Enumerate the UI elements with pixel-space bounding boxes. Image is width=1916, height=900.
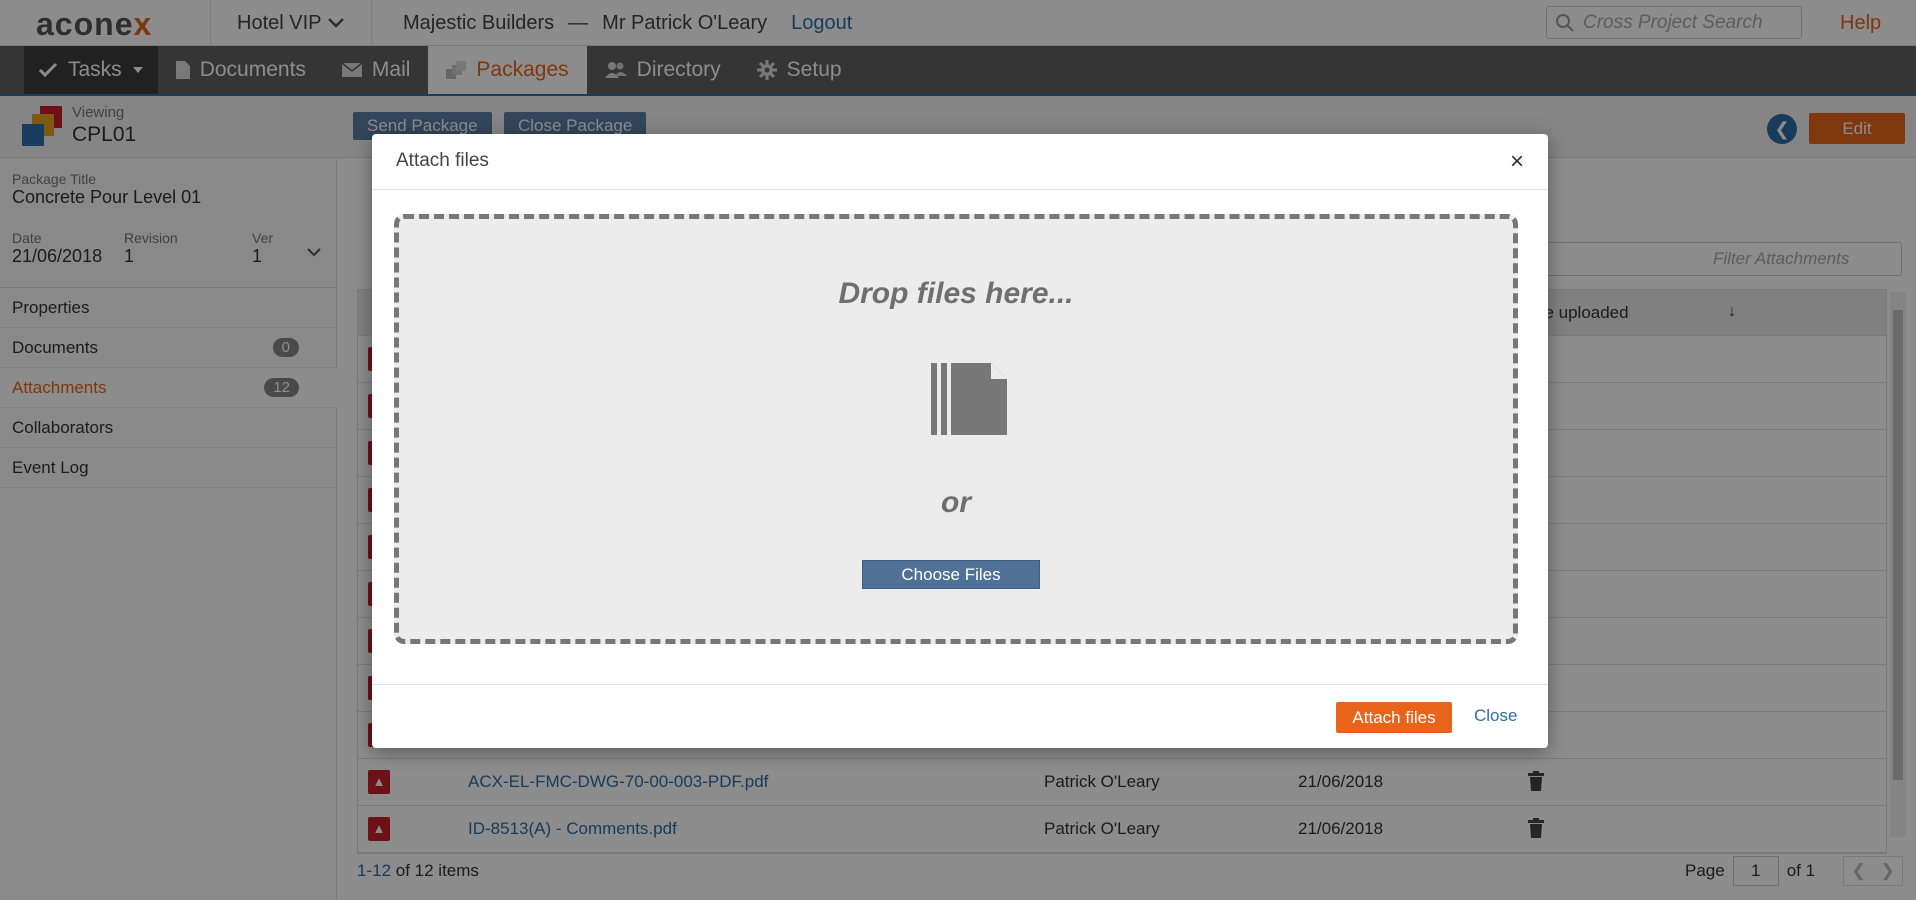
drop-files-text: Drop files here...	[838, 277, 1074, 310]
dialog-title: Attach files	[396, 150, 489, 171]
close-icon[interactable]: ×	[1510, 148, 1524, 176]
choose-files-button[interactable]: Choose Files	[862, 560, 1040, 589]
file-drop-zone[interactable]: Drop files here... or Choose Files	[394, 214, 1518, 644]
files-icon	[931, 363, 1007, 435]
attach-files-dialog: Attach files × Drop files here... or Cho…	[372, 134, 1548, 748]
dialog-footer: Attach files Close	[372, 684, 1548, 748]
or-text: or	[941, 486, 971, 519]
close-link[interactable]: Close	[1474, 706, 1517, 726]
dialog-header: Attach files ×	[372, 134, 1548, 190]
attach-files-button[interactable]: Attach files	[1336, 702, 1452, 733]
